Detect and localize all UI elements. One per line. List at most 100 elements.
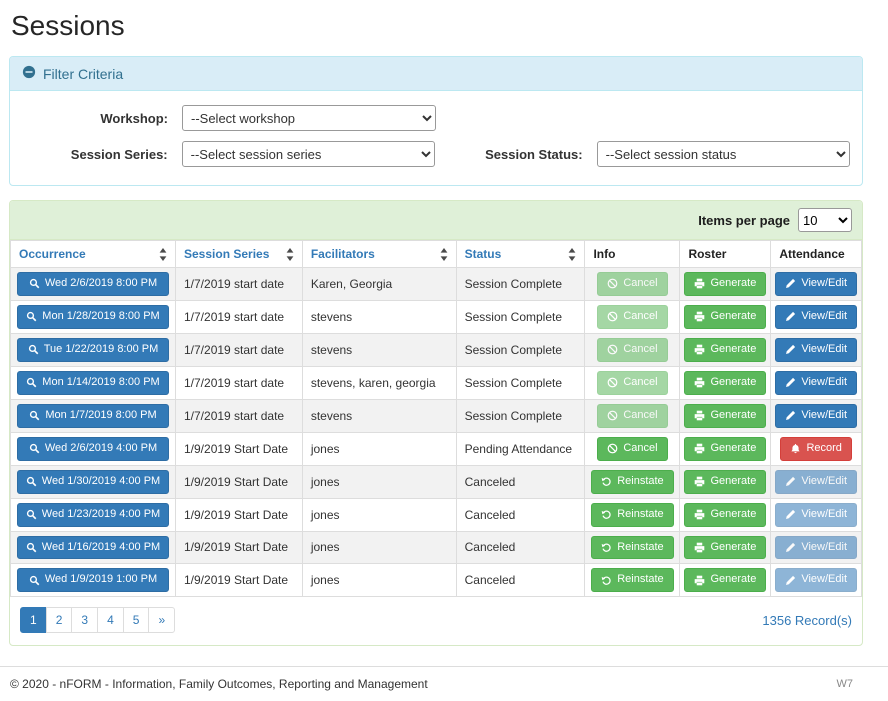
column-header-facilitators[interactable]: Facilitators <box>302 241 456 268</box>
sort-icon[interactable] <box>568 248 576 261</box>
table-row: Wed 1/9/2019 1:00 PM 1/9/2019 Start Date… <box>11 564 862 597</box>
cancel-button: Cancel <box>597 371 667 395</box>
print-icon <box>694 410 705 421</box>
table-row: Wed 2/6/2019 4:00 PM 1/9/2019 Start Date… <box>11 432 862 465</box>
view-edit-button[interactable]: View/Edit <box>775 371 857 395</box>
occurrence-button[interactable]: Mon 1/14/2019 8:00 PM <box>17 371 169 395</box>
view-edit-button[interactable]: View/Edit <box>775 338 857 362</box>
info-cell: Cancel <box>585 399 680 432</box>
reinstate-button[interactable]: Reinstate <box>591 503 673 527</box>
pencil-icon <box>785 278 796 289</box>
occurrence-button[interactable]: Mon 1/28/2019 8:00 PM <box>17 305 169 329</box>
reinstate-button-label: Reinstate <box>617 540 663 556</box>
ban-icon <box>607 311 618 322</box>
occurrence-button[interactable]: Tue 1/22/2019 8:00 PM <box>17 338 169 362</box>
generate-button[interactable]: Generate <box>684 272 766 296</box>
occurrence-button-label: Wed 2/6/2019 8:00 PM <box>45 276 157 292</box>
record-button-label: Record <box>806 441 841 457</box>
session-status-select[interactable]: --Select session status <box>597 141 850 167</box>
sessions-panel: Items per page 10 OccurrenceSession Seri… <box>9 200 863 646</box>
occurrence-button[interactable]: Wed 1/23/2019 4:00 PM <box>17 503 169 527</box>
view-edit-button-label: View/Edit <box>801 309 847 325</box>
status-cell: Session Complete <box>456 333 585 366</box>
sessions-table-body: Wed 2/6/2019 8:00 PM 1/7/2019 start date… <box>11 268 862 597</box>
occurrence-button[interactable]: Mon 1/7/2019 8:00 PM <box>17 404 169 428</box>
sort-icon[interactable] <box>286 248 294 261</box>
footer-version: W7 <box>837 678 854 690</box>
generate-button[interactable]: Generate <box>684 503 766 527</box>
occurrence-button[interactable]: Wed 1/30/2019 4:00 PM <box>17 470 169 494</box>
column-header-session-series[interactable]: Session Series <box>176 241 303 268</box>
session-series-select[interactable]: --Select session series <box>182 141 435 167</box>
reinstate-button[interactable]: Reinstate <box>591 536 673 560</box>
attendance-cell: View/Edit <box>771 366 862 399</box>
workshop-row: Workshop: --Select workshop <box>22 105 850 131</box>
occurrence-button[interactable]: Wed 1/9/2019 1:00 PM <box>17 568 169 592</box>
pencil-icon <box>785 344 796 355</box>
print-icon <box>694 344 705 355</box>
column-header-occurrence[interactable]: Occurrence <box>11 241 176 268</box>
view-edit-button-label: View/Edit <box>801 540 847 556</box>
pencil-icon <box>785 377 796 388</box>
table-footer: 12345» 1356 Record(s) <box>10 597 862 645</box>
column-label: Info <box>593 247 615 261</box>
generate-button[interactable]: Generate <box>684 568 766 592</box>
occurrence-button[interactable]: Wed 2/6/2019 4:00 PM <box>17 437 169 461</box>
table-row: Tue 1/22/2019 8:00 PM 1/7/2019 start dat… <box>11 333 862 366</box>
pagination-page-3[interactable]: 3 <box>71 607 98 633</box>
pagination-page-4[interactable]: 4 <box>97 607 124 633</box>
cancel-button-label: Cancel <box>623 441 657 457</box>
generate-button[interactable]: Generate <box>684 437 766 461</box>
pagination-page-1[interactable]: 1 <box>20 607 47 633</box>
pagination-page-2[interactable]: 2 <box>46 607 73 633</box>
cancel-button[interactable]: Cancel <box>597 437 667 461</box>
view-edit-button[interactable]: View/Edit <box>775 305 857 329</box>
sort-icon[interactable] <box>159 248 167 261</box>
roster-cell: Generate <box>680 366 771 399</box>
generate-button-label: Generate <box>710 507 756 523</box>
generate-button-label: Generate <box>710 276 756 292</box>
generate-button[interactable]: Generate <box>684 371 766 395</box>
occurrence-cell: Tue 1/22/2019 8:00 PM <box>11 333 176 366</box>
attendance-cell: View/Edit <box>771 268 862 301</box>
session-series-cell: 1/7/2019 start date <box>176 268 303 301</box>
items-per-page-select[interactable]: 10 <box>798 208 852 232</box>
occurrence-cell: Mon 1/28/2019 8:00 PM <box>11 300 176 333</box>
view-edit-button[interactable]: View/Edit <box>775 404 857 428</box>
generate-button[interactable]: Generate <box>684 338 766 362</box>
search-icon <box>26 542 37 553</box>
occurrence-cell: Mon 1/7/2019 8:00 PM <box>11 399 176 432</box>
view-edit-button[interactable]: View/Edit <box>775 272 857 296</box>
table-header-row: Occurrence Session Series FacilitatorsStat… <box>11 241 862 268</box>
occurrence-button[interactable]: Wed 1/16/2019 4:00 PM <box>17 536 169 560</box>
facilitators-cell: stevens, karen, georgia <box>302 366 456 399</box>
ban-icon <box>607 410 618 421</box>
search-icon <box>29 575 40 586</box>
print-icon <box>694 509 705 520</box>
ban-icon <box>607 377 618 388</box>
attendance-cell: View/Edit <box>771 465 862 498</box>
column-label: Session Series <box>184 247 269 261</box>
column-label: Roster <box>688 247 726 261</box>
workshop-select[interactable]: --Select workshop <box>182 105 436 131</box>
info-cell: Cancel <box>585 432 680 465</box>
reinstate-button[interactable]: Reinstate <box>591 568 673 592</box>
sort-icon[interactable] <box>440 248 448 261</box>
pagination-next[interactable]: » <box>148 607 175 633</box>
filter-panel-header[interactable]: Filter Criteria <box>10 57 862 91</box>
record-button[interactable]: Record <box>780 437 851 461</box>
reinstate-button[interactable]: Reinstate <box>591 470 673 494</box>
info-cell: Cancel <box>585 300 680 333</box>
generate-button[interactable]: Generate <box>684 404 766 428</box>
minus-circle-icon[interactable] <box>22 65 36 82</box>
session-series-cell: 1/7/2019 start date <box>176 300 303 333</box>
column-header-info: Info <box>585 241 680 268</box>
attendance-cell: View/Edit <box>771 300 862 333</box>
generate-button[interactable]: Generate <box>684 470 766 494</box>
pagination-page-5[interactable]: 5 <box>123 607 150 633</box>
search-icon <box>28 344 39 355</box>
generate-button[interactable]: Generate <box>684 536 766 560</box>
generate-button[interactable]: Generate <box>684 305 766 329</box>
occurrence-button[interactable]: Wed 2/6/2019 8:00 PM <box>17 272 169 296</box>
column-header-status[interactable]: Status <box>456 241 585 268</box>
